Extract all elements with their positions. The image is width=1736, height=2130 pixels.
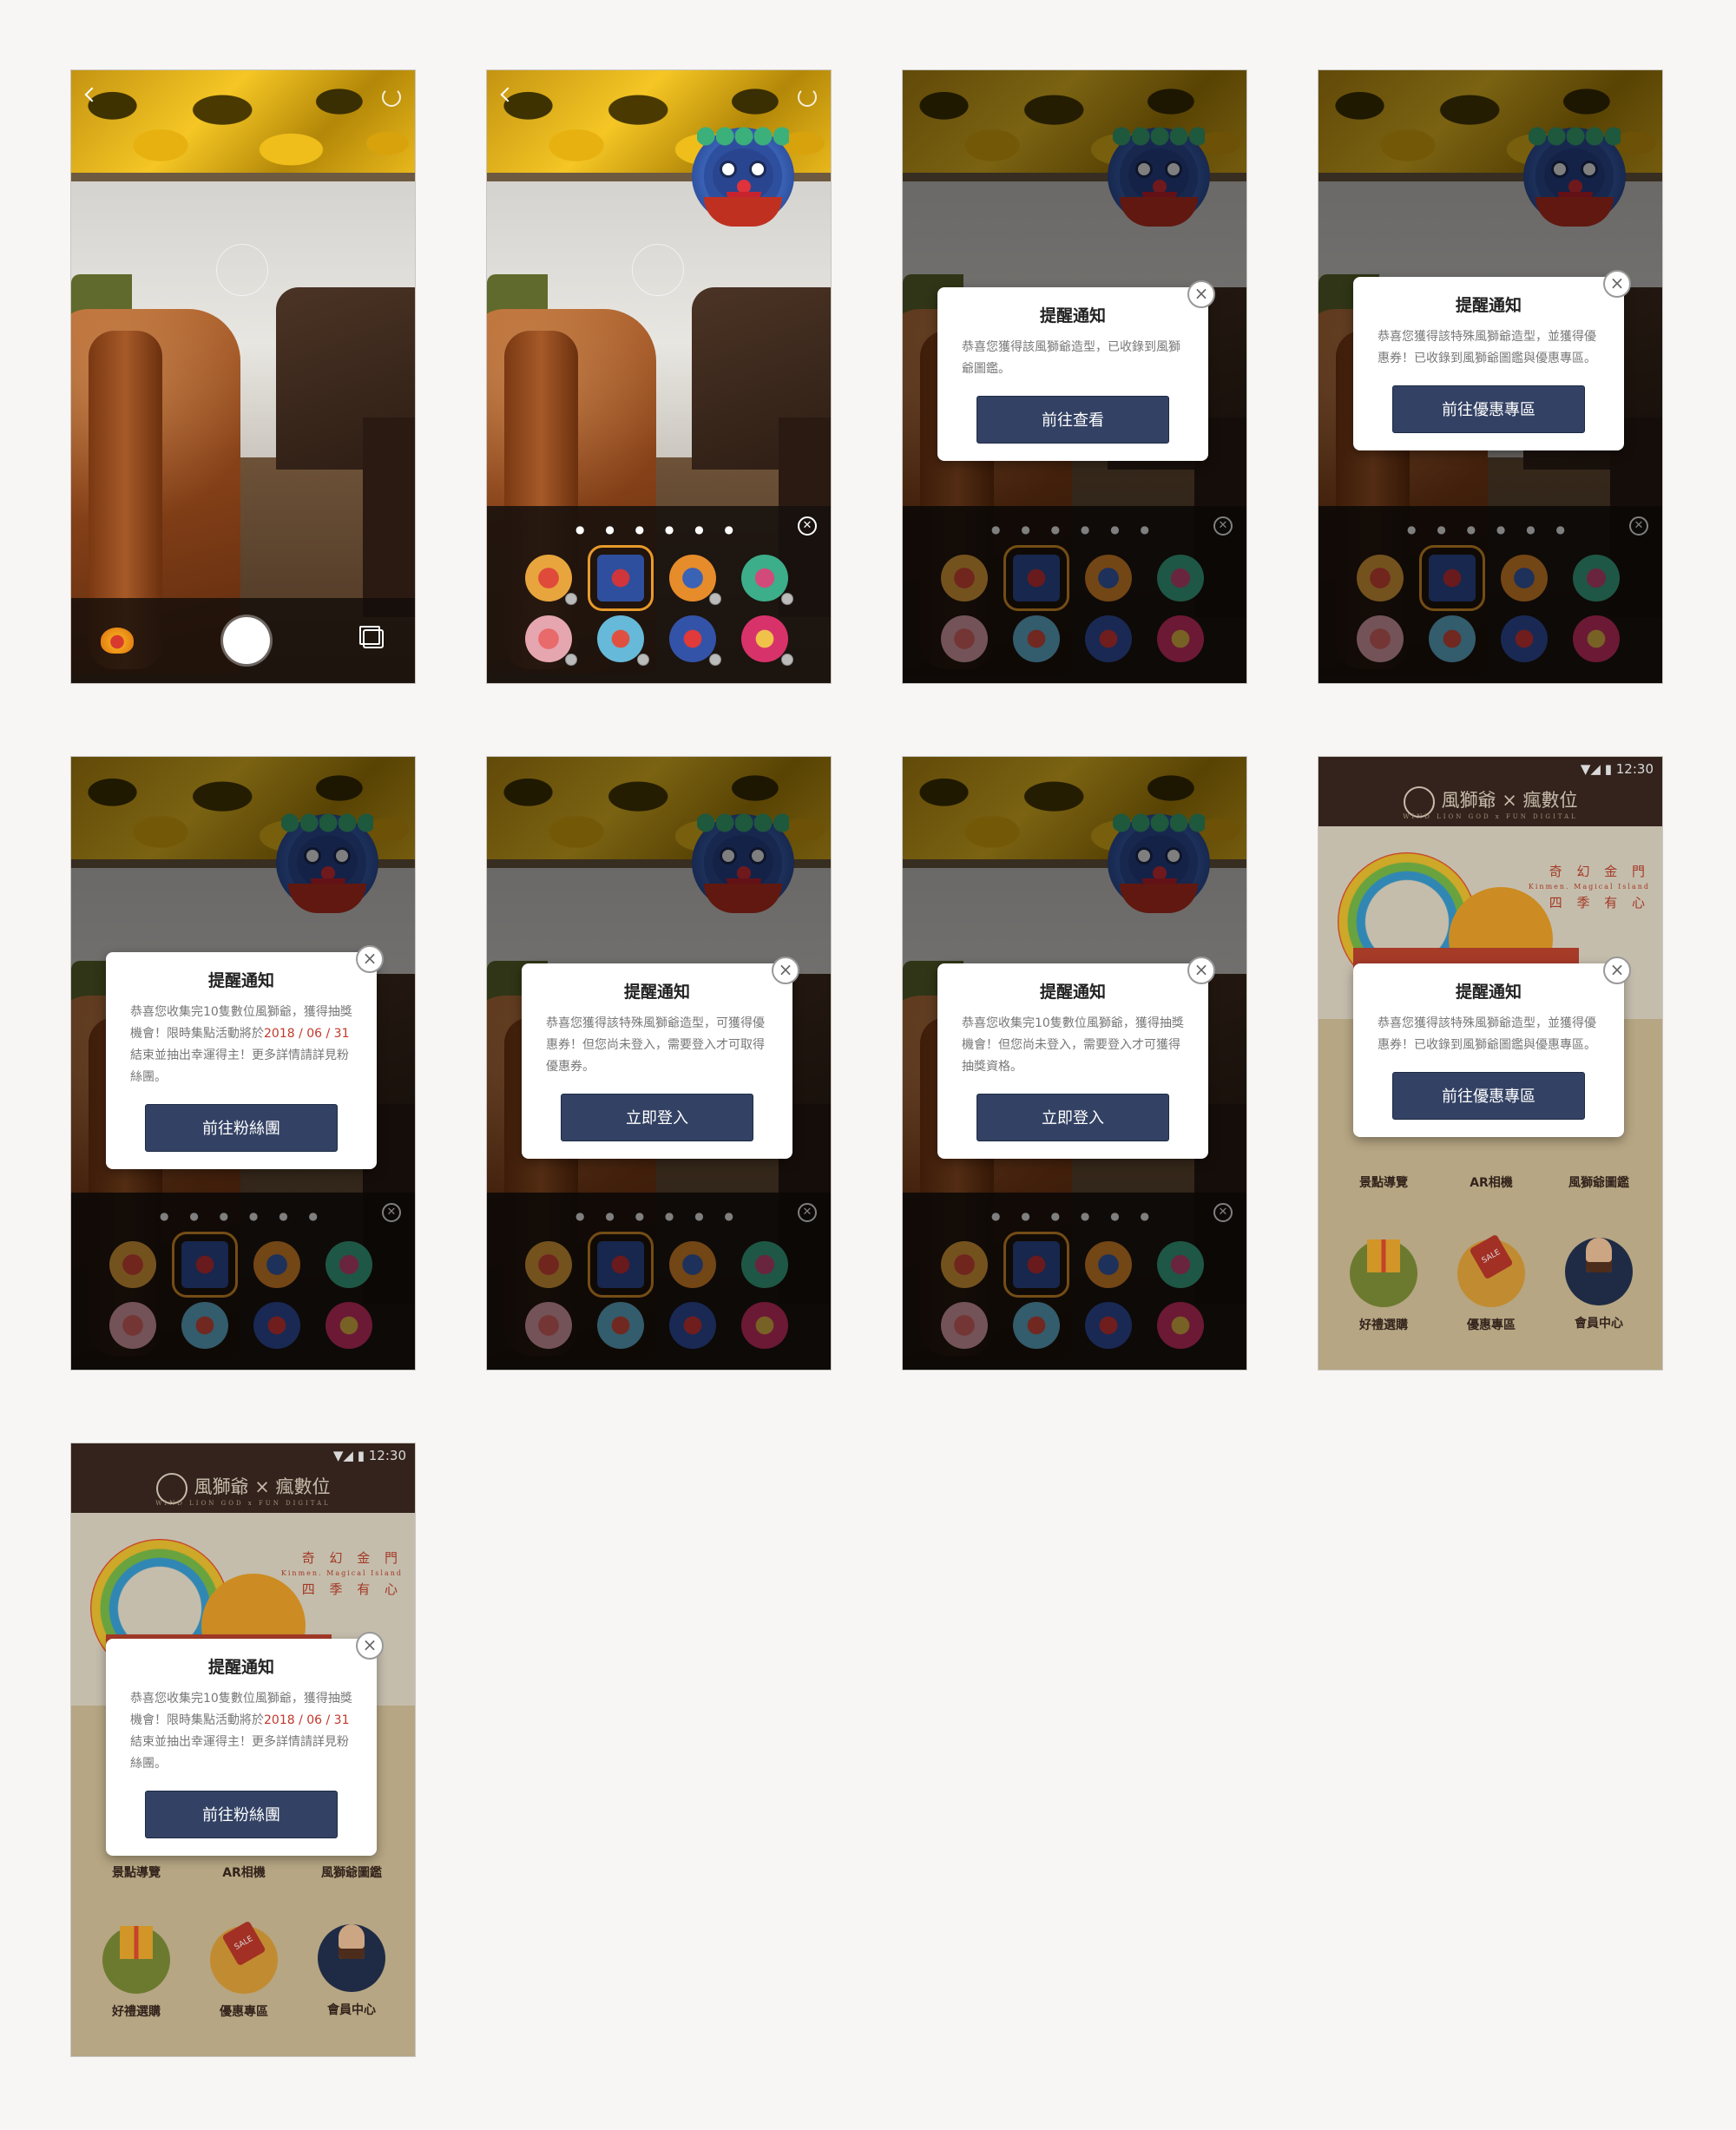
switch-camera-icon[interactable]: [798, 88, 817, 107]
close-icon[interactable]: ×: [1187, 957, 1215, 984]
dialog-message: 恭喜您收集完10隻數位風獅爺，獲得抽獎機會！限時集點活動將於2018 / 06 …: [130, 1002, 352, 1088]
wind-lion-mascot[interactable]: [692, 122, 794, 227]
sticker-tray: ● ● ● ● ● ● ✕: [487, 506, 831, 683]
event-date: 2018 / 06 / 31: [264, 1027, 350, 1041]
gallery-icon[interactable]: [359, 626, 384, 648]
page-dots: ● ● ● ● ● ●: [575, 523, 742, 536]
notification-dialog: 提醒通知 恭喜您收集完10隻數位風獅爺，獲得抽獎機會！但您尚未登入，需要登入才可…: [937, 957, 1215, 1159]
camera-preview: [71, 70, 415, 683]
close-icon[interactable]: ×: [1187, 280, 1215, 308]
close-icon[interactable]: ×: [772, 957, 799, 984]
screen-dialog-special: ● ● ● ● ● ● ✕ 提醒通知 恭喜您獲得該特殊風獅爺造型，並獲得優惠券！…: [1318, 69, 1663, 684]
dialog-title: 提醒通知: [1039, 306, 1106, 325]
dialog-title: 提醒通知: [623, 983, 690, 1002]
dialog-message: 恭喜您收集完10隻數位風獅爺，獲得抽獎機會！限時集點活動將於2018 / 06 …: [130, 1688, 352, 1775]
close-icon[interactable]: ×: [356, 945, 384, 973]
close-tray-icon[interactable]: ✕: [798, 516, 817, 536]
dialog-message: 恭喜您獲得該特殊風獅爺造型，可獲得優惠券！但您尚未登入，需要登入才可取得優惠券。: [546, 1016, 765, 1074]
shutter-button[interactable]: [223, 617, 270, 664]
notification-dialog: 提醒通知 恭喜您收集完10隻數位風獅爺，獲得抽獎機會！限時集點活動將於2018 …: [106, 1632, 384, 1856]
sticker-item[interactable]: [669, 615, 721, 666]
screen-sticker-tray: ● ● ● ● ● ● ✕: [486, 69, 832, 684]
close-icon[interactable]: ×: [1603, 957, 1631, 984]
message-part: 結束並抽出幸運得主！更多詳情請詳見粉絲團。: [130, 1735, 349, 1771]
event-date: 2018 / 06 / 31: [264, 1713, 350, 1727]
go-coupon-button[interactable]: 前往優惠專區: [1392, 385, 1585, 433]
dialog-title: 提醒通知: [1039, 983, 1106, 1002]
sticker-item[interactable]: [741, 615, 793, 666]
notification-dialog: 提醒通知 恭喜您獲得該特殊風獅爺造型，並獲得優惠券！已收錄到風獅爺圖鑑與優惠專區…: [1353, 270, 1631, 450]
switch-camera-icon[interactable]: [382, 88, 401, 107]
go-fanpage-button[interactable]: 前往粉絲團: [145, 1791, 338, 1838]
view-collection-button[interactable]: 前往查看: [976, 396, 1169, 444]
dialog-message: 恭喜您獲得該特殊風獅爺造型，並獲得優惠券！已收錄到風獅爺圖鑑與優惠專區。: [1378, 330, 1596, 365]
go-coupon-button[interactable]: 前往優惠專區: [1392, 1072, 1585, 1120]
focus-ring: [632, 244, 684, 296]
dialog-title: 提醒通知: [207, 1658, 274, 1677]
notification-dialog: 提醒通知 恭喜您收集完10隻數位風獅爺，獲得抽獎機會！限時集點活動將於2018 …: [106, 945, 384, 1169]
screen-dialog-login-lottery: ● ● ● ● ● ● ✕ 提醒通知 恭喜您收集完10隻數位風獅爺，獲得抽獎機會…: [902, 756, 1247, 1371]
go-fanpage-button[interactable]: 前往粉絲團: [145, 1104, 338, 1152]
screen-dialog-collected: ● ● ● ● ● ● ✕ 提醒通知 恭喜您獲得該風獅爺造型，已收錄到風獅爺圖鑑…: [902, 69, 1247, 684]
dialog-message: 恭喜您收集完10隻數位風獅爺，獲得抽獎機會！但您尚未登入，需要登入才可獲得抽獎資…: [962, 1016, 1184, 1074]
dialog-message: 恭喜您獲得該風獅爺造型，已收錄到風獅爺圖鑑。: [962, 340, 1180, 376]
screen-camera: [70, 69, 416, 684]
screen-home-special: ▼◢ ▮ 12:30 風獅爺 × 瘋數位 WIND LION GOD x FUN …: [1318, 756, 1663, 1371]
screen-dialog-login-coupon: ● ● ● ● ● ● ✕ 提醒通知 恭喜您獲得該特殊風獅爺造型，可獲得優惠券！…: [486, 756, 832, 1371]
camera-toolbar: [71, 598, 415, 683]
sticker-item[interactable]: [525, 615, 577, 666]
focus-ring: [216, 244, 268, 296]
dialog-title: 提醒通知: [207, 971, 274, 990]
sticker-item[interactable]: [588, 545, 654, 611]
screen-home-lottery: ▼◢ ▮ 12:30 風獅爺 × 瘋數位 WIND LION GOD x FUN …: [70, 1443, 416, 2057]
screen-dialog-lottery: ● ● ● ● ● ● ✕ 提醒通知 恭喜您收集完10隻數位風獅爺，獲得抽獎機會…: [70, 756, 416, 1371]
sticker-item[interactable]: [741, 555, 793, 605]
message-part: 結束並抽出幸運得主！更多詳情請詳見粉絲團。: [130, 1049, 349, 1084]
close-icon[interactable]: ×: [1603, 270, 1631, 298]
close-icon[interactable]: ×: [356, 1632, 384, 1660]
login-button[interactable]: 立即登入: [976, 1094, 1169, 1141]
notification-dialog: 提醒通知 恭喜您獲得該特殊風獅爺造型，並獲得優惠券！已收錄到風獅爺圖鑑與優惠專區…: [1353, 957, 1631, 1137]
notification-dialog: 提醒通知 恭喜您獲得該風獅爺造型，已收錄到風獅爺圖鑑。 前往查看 ×: [937, 280, 1215, 461]
login-button[interactable]: 立即登入: [561, 1094, 753, 1141]
sticker-item[interactable]: [669, 555, 721, 605]
dialog-message: 恭喜您獲得該特殊風獅爺造型，並獲得優惠券！已收錄到風獅爺圖鑑與優惠專區。: [1378, 1016, 1596, 1052]
notification-dialog: 提醒通知 恭喜您獲得該特殊風獅爺造型，可獲得優惠券！但您尚未登入，需要登入才可取…: [522, 957, 799, 1159]
dialog-title: 提醒通知: [1455, 983, 1522, 1002]
sticker-item[interactable]: [525, 555, 577, 605]
sticker-item[interactable]: [597, 615, 649, 666]
sticker-picker-icon[interactable]: [101, 628, 134, 654]
dialog-title: 提醒通知: [1455, 296, 1522, 315]
